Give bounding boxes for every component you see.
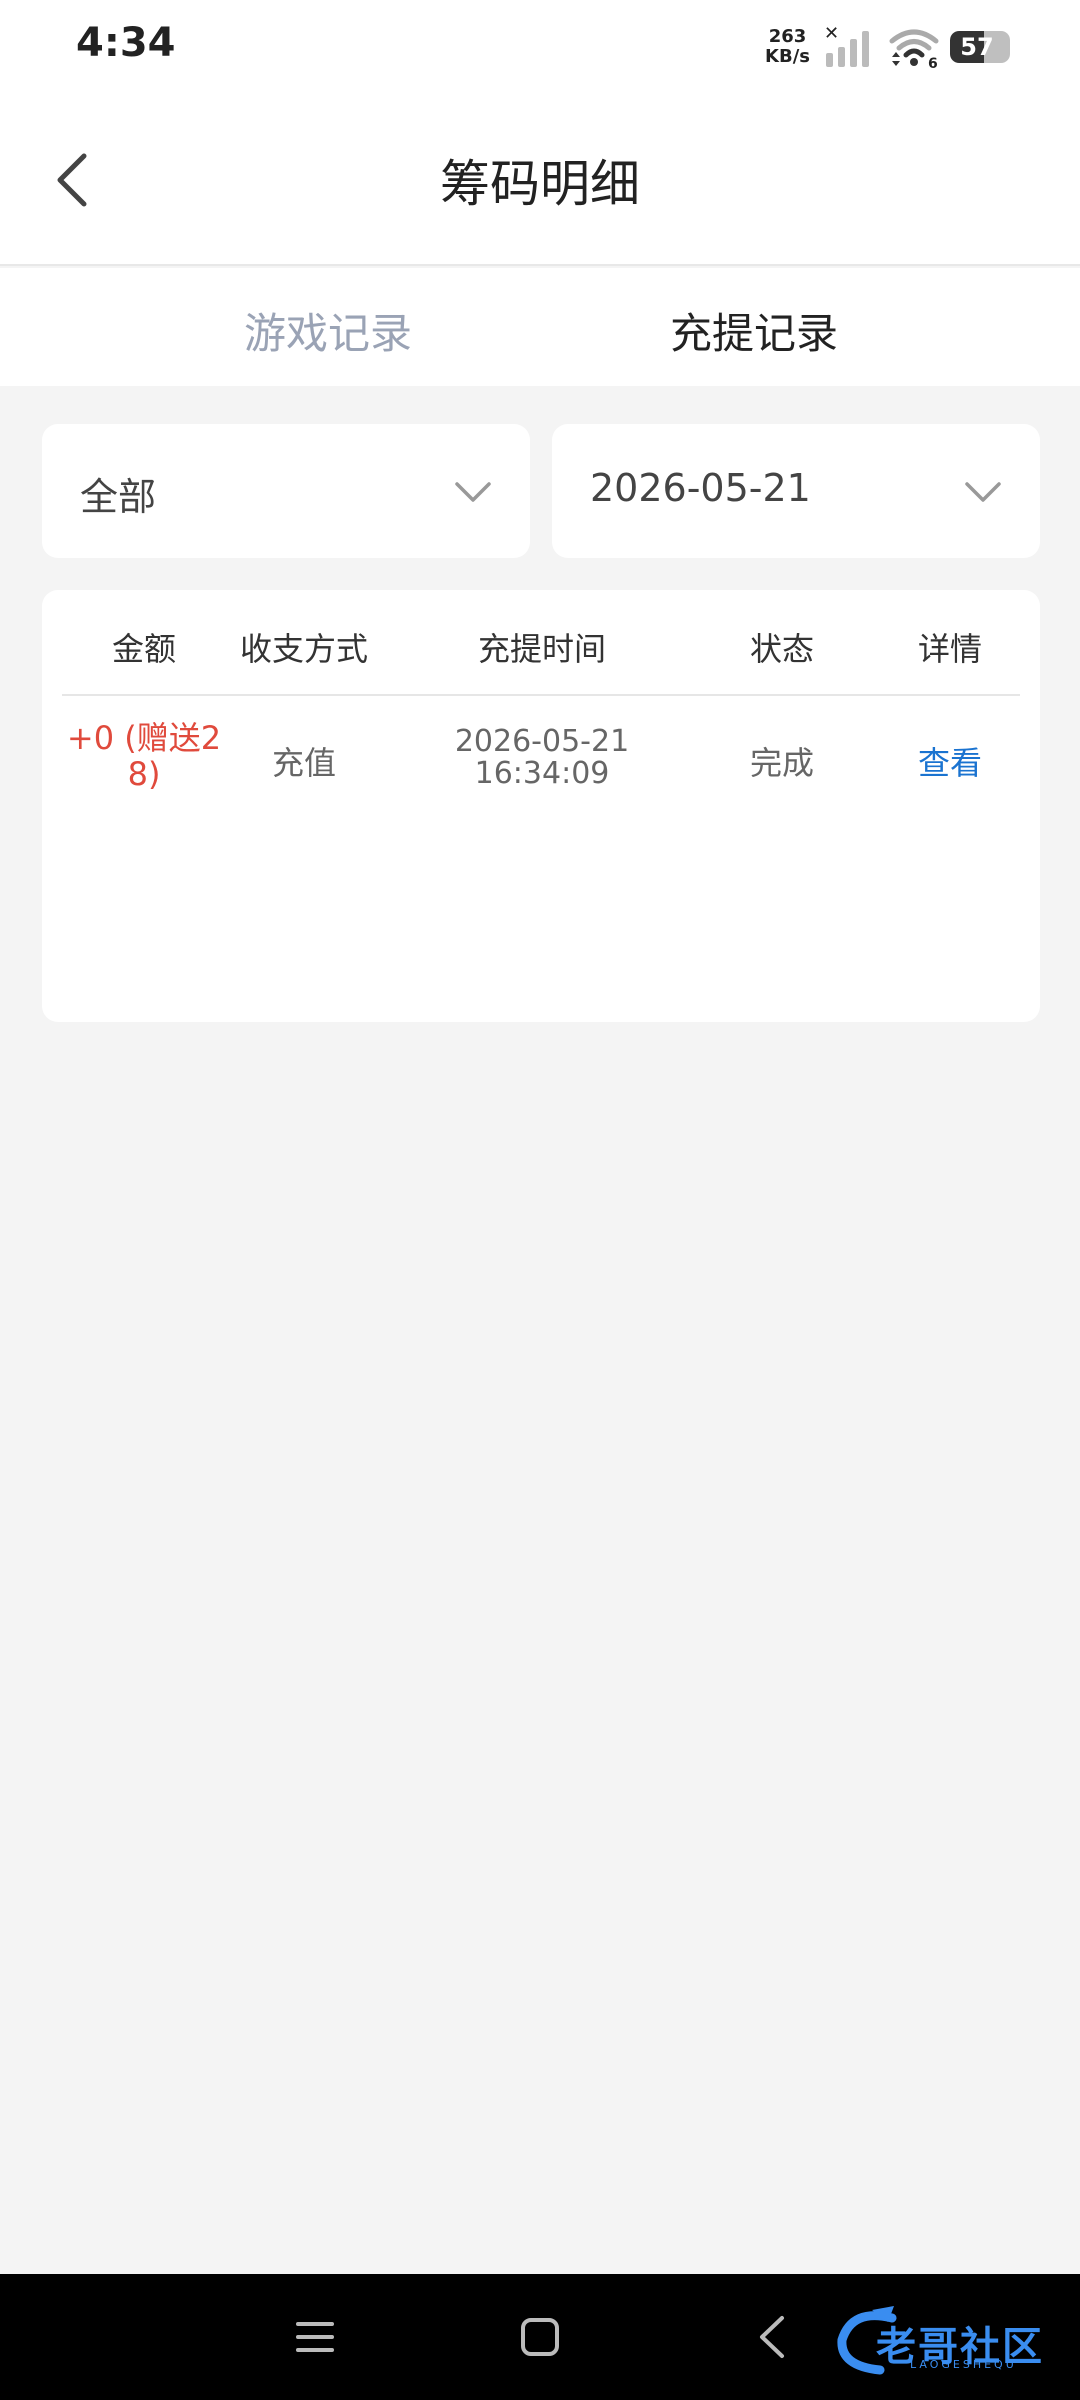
row-detail-link[interactable]: 查看 [890, 738, 1010, 784]
header: 筹码明细 [0, 92, 1080, 266]
tab-game-records[interactable]: 游戏记录 [244, 300, 412, 361]
chevron-down-icon [965, 482, 1001, 502]
row-date: 2026-05-21 [454, 724, 630, 759]
row-status: 完成 [749, 744, 814, 782]
signal-icon: ✕ [824, 25, 869, 67]
header-detail: 详情 [917, 630, 982, 668]
net-speed-unit: KB/s [765, 46, 810, 67]
header-amount: 金额 [111, 630, 176, 668]
header-method: 收支方式 [239, 630, 368, 668]
status-icons: 263 KB/s ✕ 6 57 [765, 22, 1010, 72]
menu-icon[interactable] [290, 2312, 340, 2362]
watermark-sub: LAOGESHEQU [910, 2358, 1017, 2371]
wifi-icon: 6 [889, 29, 939, 69]
net-speed-value: 263 [768, 26, 807, 47]
watermark-logo: 老哥社区 LAOGESHEQU [832, 2300, 1064, 2380]
date-filter-dropdown[interactable]: 2026-05-21 [552, 424, 1040, 558]
row-clock: 16:34:09 [474, 756, 610, 791]
table-row: +0 (赠送2 8) 充值 2026-05-21 16:34:09 完成 查看 [62, 698, 1020, 838]
type-filter-value: 全部 [80, 475, 157, 519]
row-amount-line1: +0 (赠送2 [66, 719, 222, 757]
chevron-down-icon [455, 482, 491, 502]
header-time: 充提时间 [477, 630, 606, 668]
type-filter-dropdown[interactable]: 全部 [42, 424, 530, 558]
row-amount: +0 (赠送2 8) [62, 720, 226, 792]
tab-charge-records[interactable]: 充提记录 [670, 300, 838, 361]
system-nav-bar: 老哥社区 LAOGESHEQU [0, 2274, 1080, 2400]
status-time: 4:34 [76, 20, 176, 66]
back-nav-icon[interactable] [748, 2312, 798, 2362]
svg-text:✕: ✕ [824, 25, 839, 44]
records-table: 金额 收支方式 充提时间 状态 详情 +0 (赠送2 8) 充值 2026-05… [42, 590, 1040, 1022]
wifi-label: 6 [928, 56, 938, 69]
net-speed: 263 KB/s [765, 27, 810, 67]
home-icon[interactable] [515, 2312, 565, 2362]
page-title: 筹码明细 [440, 155, 640, 213]
header-status: 状态 [749, 630, 814, 668]
status-bar: 4:34 263 KB/s ✕ 6 57 [0, 0, 1080, 92]
row-time: 2026-05-21 16:34:09 [422, 726, 662, 790]
row-method: 充值 [271, 744, 336, 782]
tab-bar: 游戏记录 充提记录 [0, 268, 1080, 386]
date-filter-value: 2026-05-21 [590, 466, 811, 510]
table-header: 金额 收支方式 充提时间 状态 详情 [62, 590, 1020, 696]
row-amount-line2: 8) [127, 755, 161, 793]
battery-icon: 57 [950, 31, 1010, 63]
battery-text: 57 [960, 33, 994, 61]
